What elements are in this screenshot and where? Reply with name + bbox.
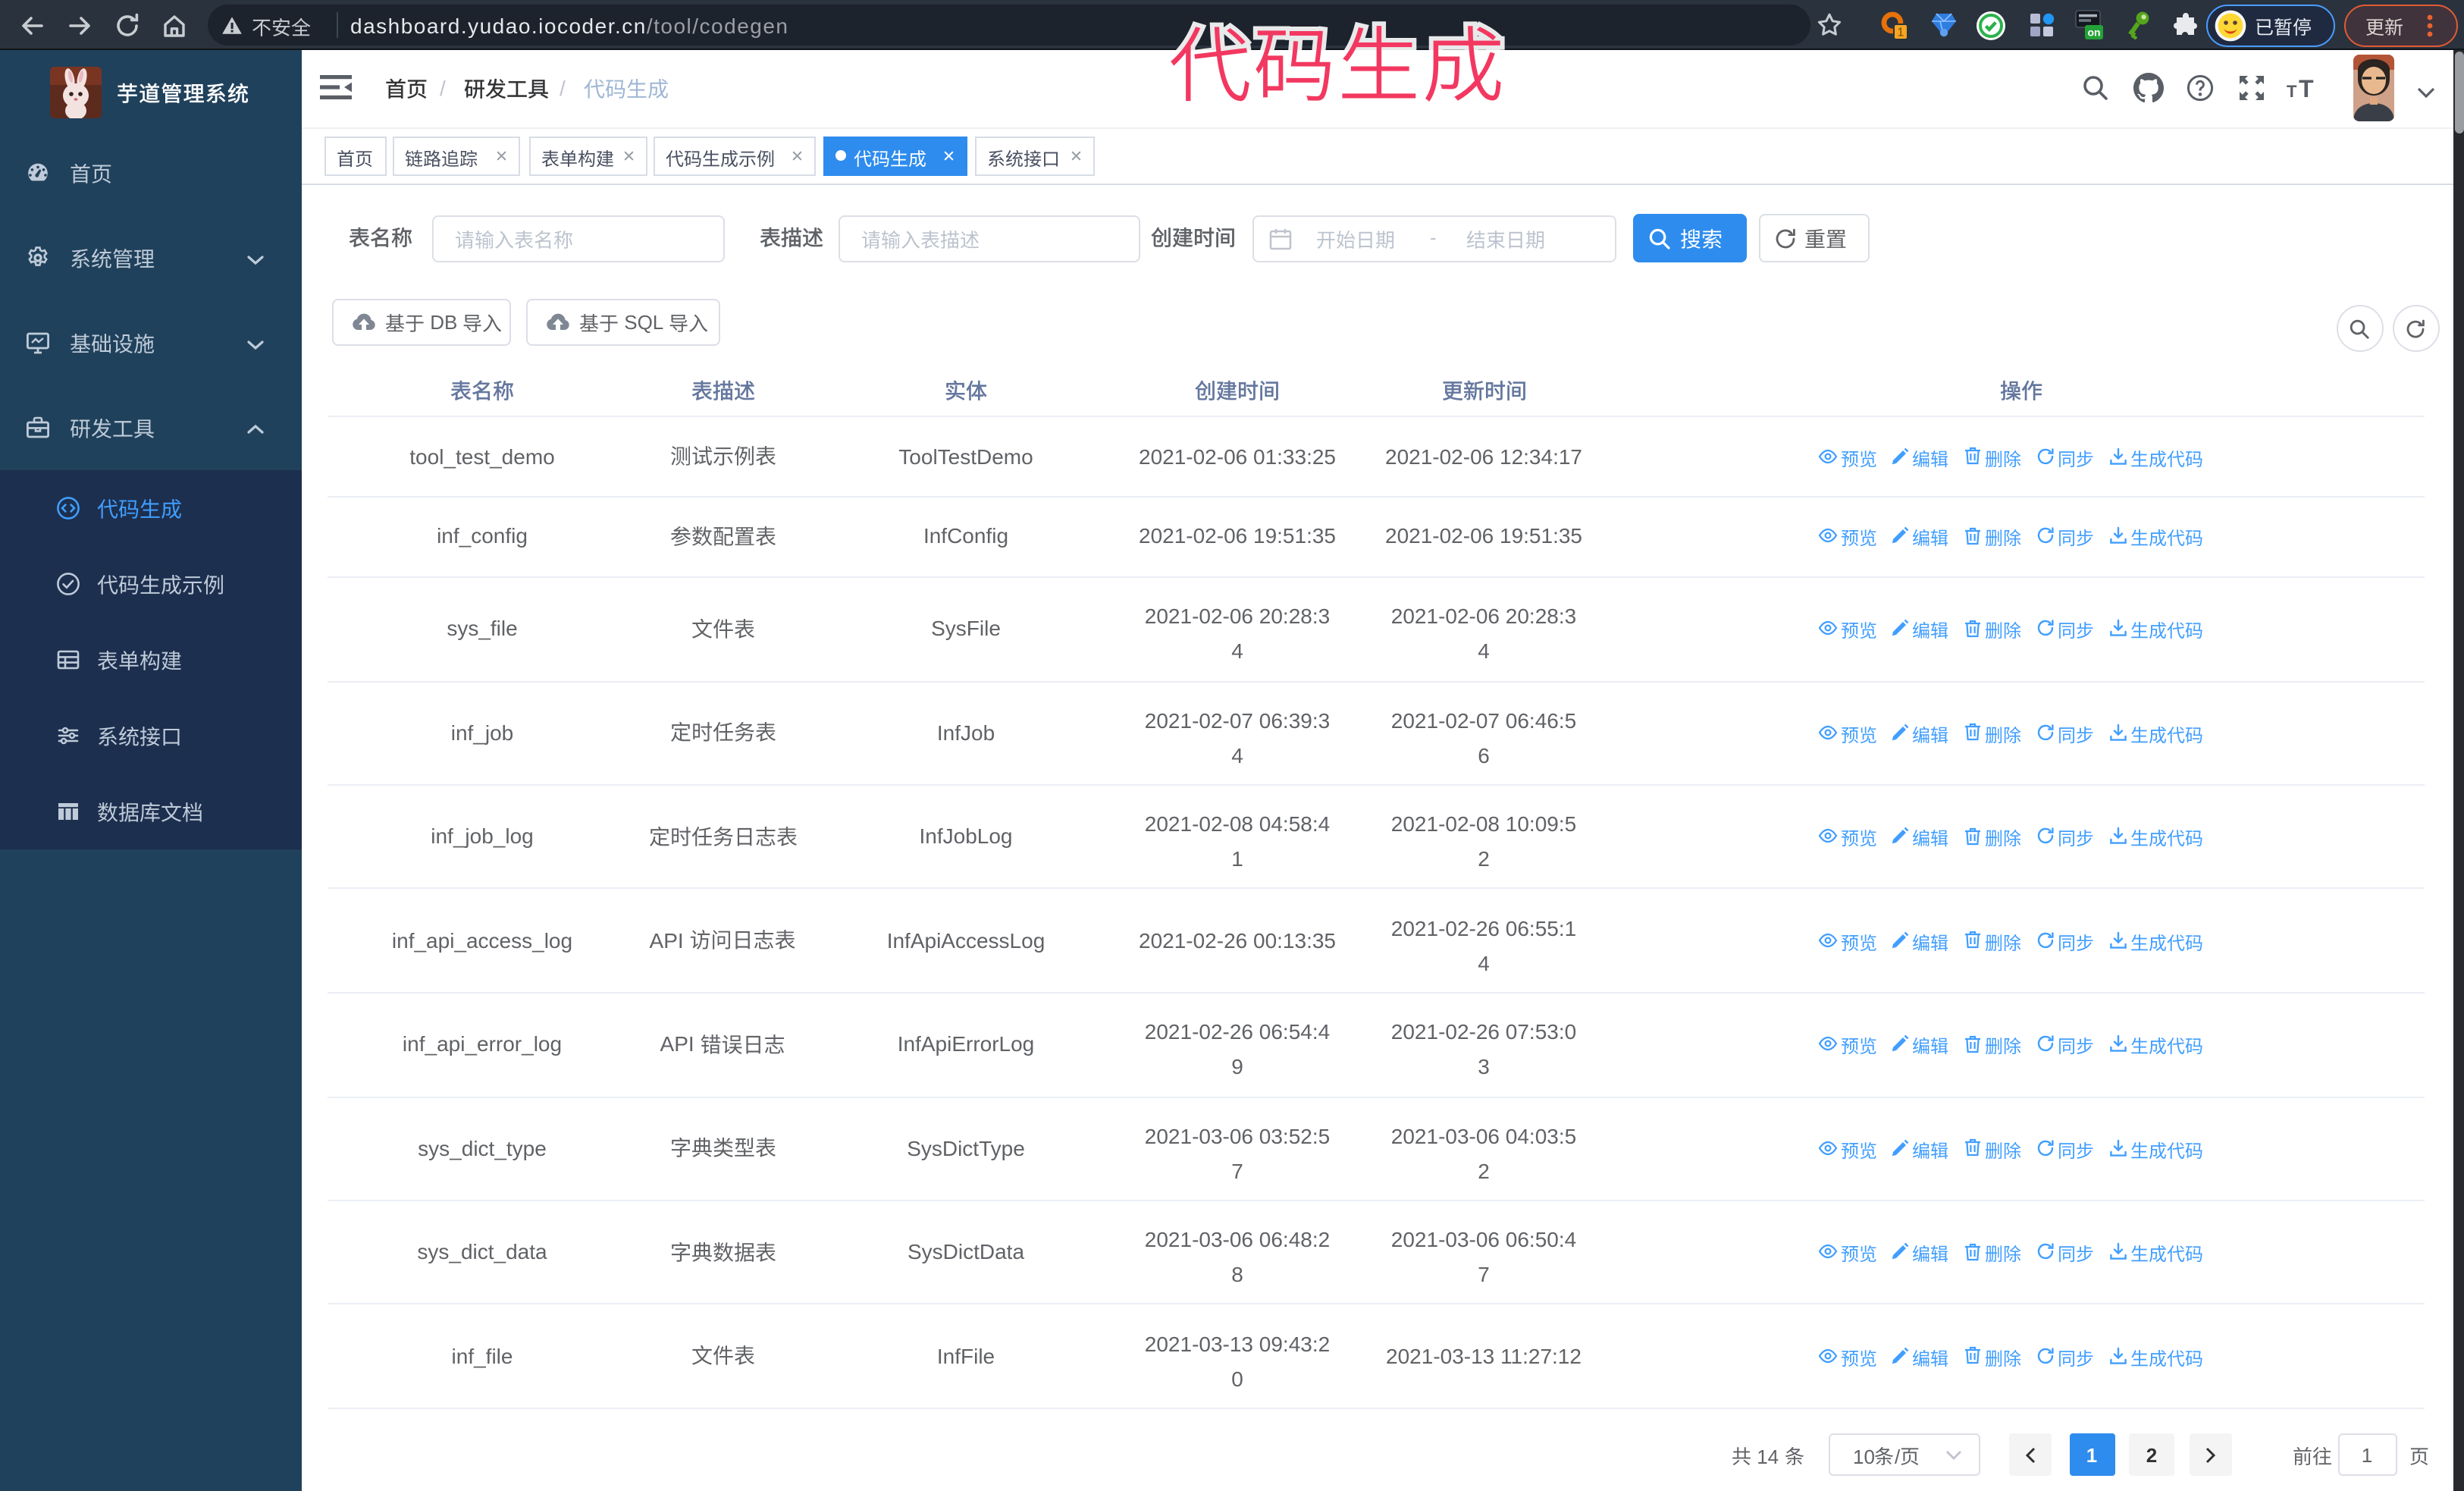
- svg-text:T: T: [2299, 75, 2314, 102]
- svg-text:T: T: [2287, 82, 2297, 101]
- svg-text:1: 1: [1898, 27, 1904, 39]
- svg-text:on: on: [2087, 27, 2100, 39]
